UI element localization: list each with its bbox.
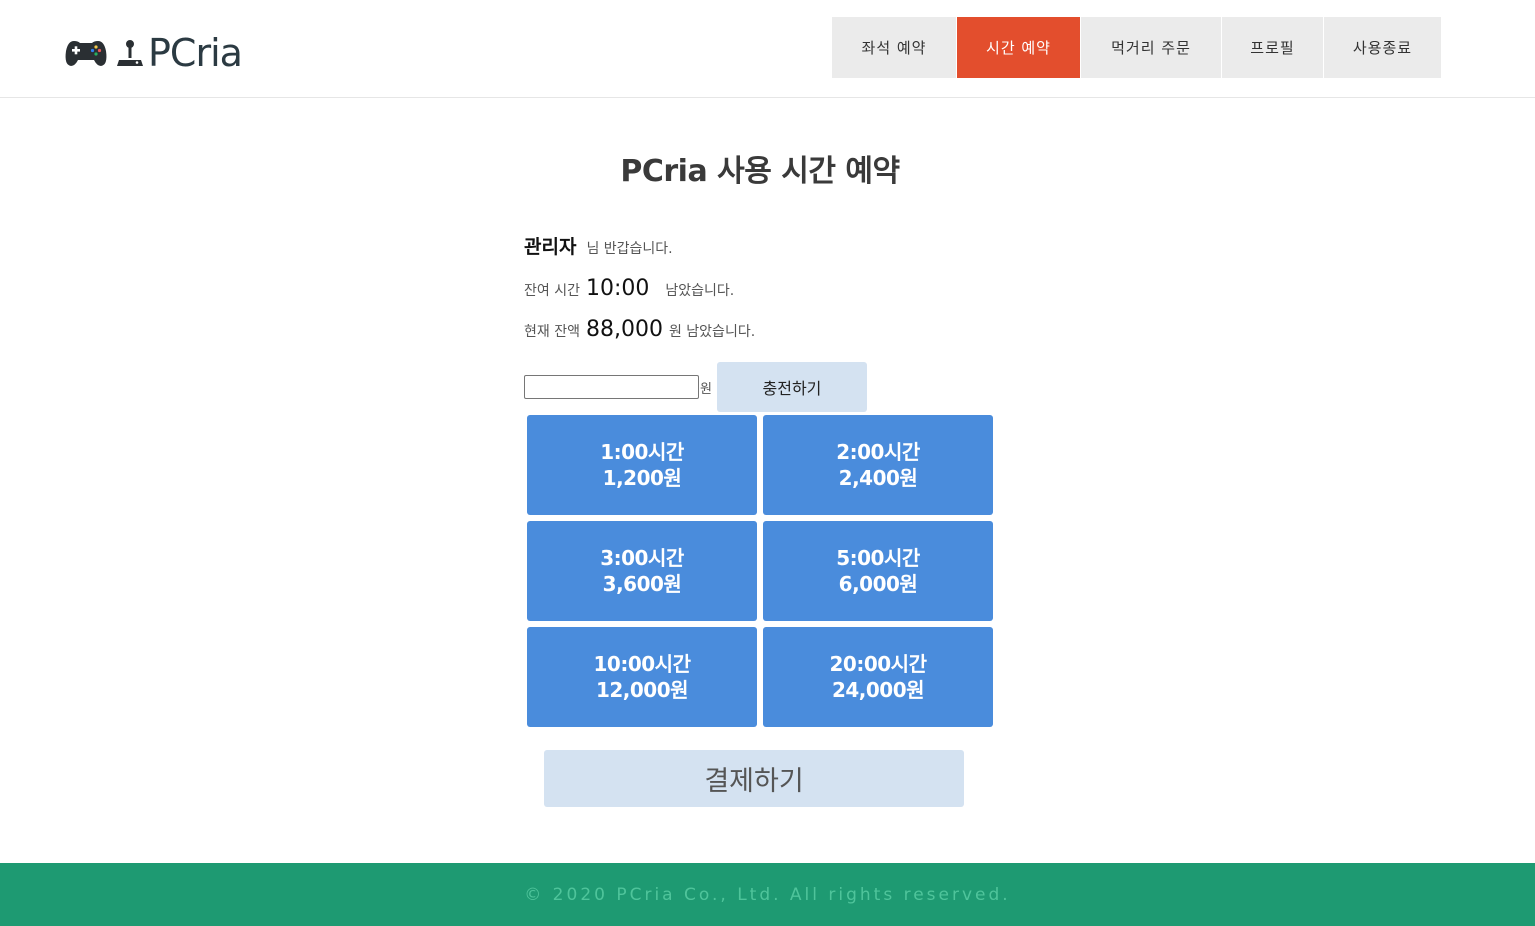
remaining-time: 잔여 시간 10:00 남았습니다. xyxy=(524,276,734,301)
nav-logout[interactable]: 사용종료 xyxy=(1324,17,1441,78)
balance-value: 88,000 xyxy=(585,317,663,342)
charge-row: 원 충전하기 xyxy=(524,362,867,412)
time-option-1h[interactable]: 1:00시간 1,200원 xyxy=(527,415,757,515)
main-nav: 좌석 예약 시간 예약 먹거리 주문 프로필 사용종료 xyxy=(832,17,1441,78)
time-options-grid: 1:00시간 1,200원 2:00시간 2,400원 3:00시간 3,600… xyxy=(527,415,993,727)
nav-profile[interactable]: 프로필 xyxy=(1222,17,1323,78)
current-balance: 현재 잔액 88,000 원 남았습니다. xyxy=(524,317,755,342)
nav-time-reservation[interactable]: 시간 예약 xyxy=(957,17,1080,78)
remaining-time-value: 10:00 xyxy=(585,276,650,301)
option-price: 6,000원 xyxy=(838,572,918,596)
option-price: 3,600원 xyxy=(602,572,682,596)
time-option-5h[interactable]: 5:00시간 6,000원 xyxy=(763,521,993,621)
joystick-icon xyxy=(117,40,143,66)
time-option-3h[interactable]: 3:00시간 3,600원 xyxy=(527,521,757,621)
option-time: 1:00시간 xyxy=(600,440,684,464)
header: PCria 좌석 예약 시간 예약 먹거리 주문 프로필 사용종료 xyxy=(0,0,1535,98)
time-option-10h[interactable]: 10:00시간 12,000원 xyxy=(527,627,757,727)
nav-seat-reservation[interactable]: 좌석 예약 xyxy=(832,17,956,78)
footer: © 2020 PCria Co., Ltd. All rights reserv… xyxy=(0,863,1535,926)
copyright-text: © 2020 PCria Co., Ltd. All rights reserv… xyxy=(524,884,1011,905)
time-option-20h[interactable]: 20:00시간 24,000원 xyxy=(763,627,993,727)
nav-food-order[interactable]: 먹거리 주문 xyxy=(1081,17,1221,78)
game-controller-icon xyxy=(65,41,107,66)
charge-button[interactable]: 충전하기 xyxy=(716,362,867,412)
balance-label: 현재 잔액 xyxy=(524,324,580,340)
charge-amount-input[interactable] xyxy=(524,375,699,399)
option-price: 2,400원 xyxy=(838,466,918,490)
option-time: 20:00시간 xyxy=(829,652,927,676)
time-option-2h[interactable]: 2:00시간 2,400원 xyxy=(763,415,993,515)
user-name: 관리자 xyxy=(524,236,577,258)
pay-button[interactable]: 결제하기 xyxy=(544,750,964,807)
balance-suffix: 원 남았습니다. xyxy=(668,324,756,340)
option-time: 3:00시간 xyxy=(600,546,684,570)
option-price: 12,000원 xyxy=(595,678,689,702)
charge-unit-label: 원 xyxy=(700,381,712,397)
option-time: 5:00시간 xyxy=(836,546,920,570)
remaining-time-label: 잔여 시간 xyxy=(524,283,580,299)
remaining-time-suffix: 남았습니다. xyxy=(665,283,735,299)
greeting: 관리자 님 반갑습니다. xyxy=(524,232,673,259)
logo-text: PCria xyxy=(148,31,243,75)
logo[interactable]: PCria xyxy=(64,31,243,75)
option-price: 24,000원 xyxy=(831,678,925,702)
option-time: 10:00시간 xyxy=(593,652,691,676)
option-price: 1,200원 xyxy=(602,466,682,490)
page-title: PCria 사용 시간 예약 xyxy=(620,154,900,189)
greeting-suffix: 님 반갑습니다. xyxy=(586,241,673,257)
option-time: 2:00시간 xyxy=(836,440,920,464)
